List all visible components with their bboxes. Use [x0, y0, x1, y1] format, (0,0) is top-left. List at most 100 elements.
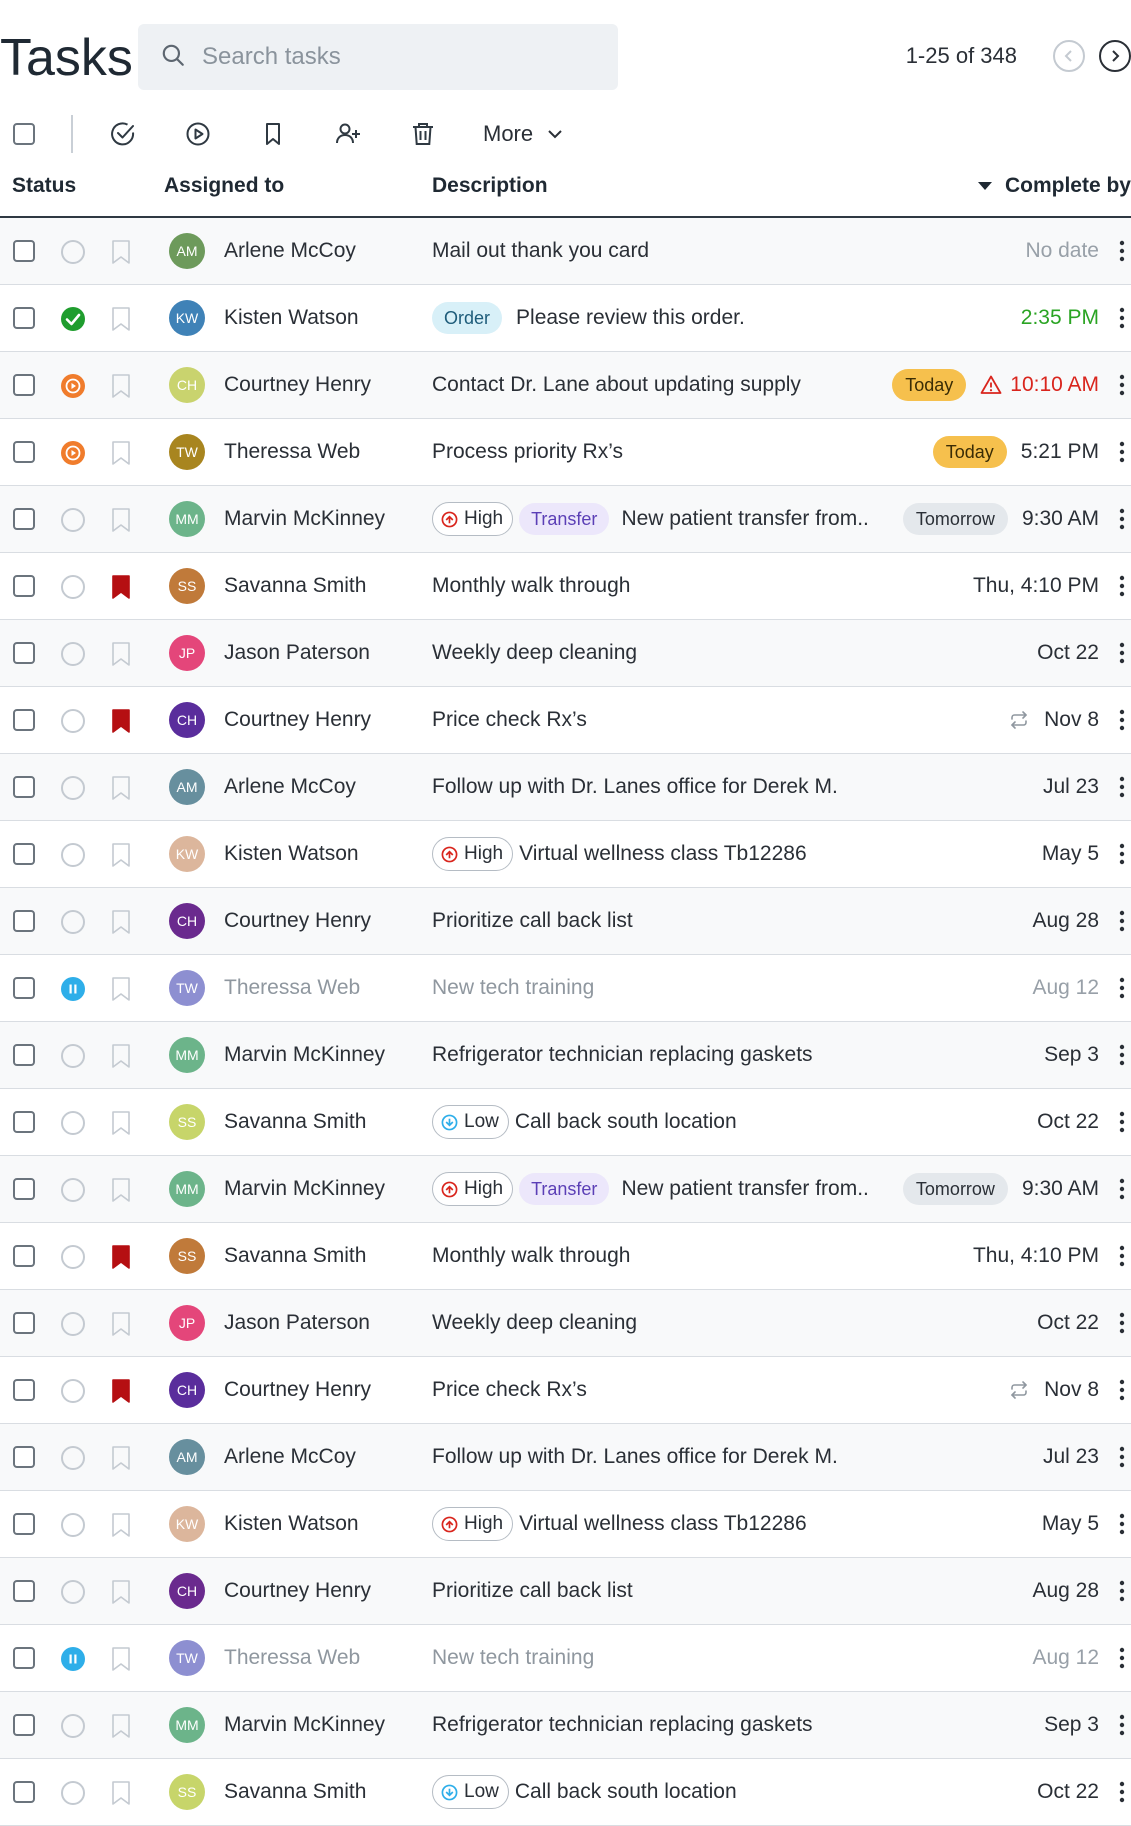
row-menu-icon[interactable]: [1113, 1510, 1131, 1538]
status-none-icon[interactable]: [61, 508, 85, 532]
status-paused-icon[interactable]: [61, 1647, 85, 1671]
bookmark-outline-icon[interactable]: [110, 976, 132, 1002]
table-row[interactable]: JP Jason Paterson Weekly deep cleaning Oct …: [0, 620, 1131, 687]
task-description[interactable]: Weekly deep cleaning: [432, 1304, 637, 1342]
bookmark-outline-icon[interactable]: [110, 1110, 132, 1136]
row-checkbox[interactable]: [13, 441, 35, 463]
bookmark-icon[interactable]: [259, 120, 287, 148]
status-none-icon[interactable]: [61, 1044, 85, 1068]
select-all-checkbox[interactable]: [13, 123, 35, 145]
bookmark-outline-icon[interactable]: [110, 1445, 132, 1471]
table-row[interactable]: SS Savanna Smith Low Call back south locati…: [0, 1089, 1131, 1156]
task-description[interactable]: Weekly deep cleaning: [432, 634, 637, 672]
table-row[interactable]: CH Courtney Henry Prioritize call back lis…: [0, 888, 1131, 955]
task-description[interactable]: Order Please review this order.: [432, 299, 745, 337]
table-row[interactable]: TW Theressa Web New tech training Aug 12: [0, 1625, 1131, 1692]
table-row[interactable]: TW Theressa Web New tech training Aug 12: [0, 955, 1131, 1022]
row-checkbox[interactable]: [13, 1580, 35, 1602]
status-none-icon[interactable]: [61, 1446, 85, 1470]
status-none-icon[interactable]: [61, 1513, 85, 1537]
row-checkbox[interactable]: [13, 1513, 35, 1535]
status-none-icon[interactable]: [61, 642, 85, 666]
status-none-icon[interactable]: [61, 1580, 85, 1604]
status-none-icon[interactable]: [61, 575, 85, 599]
bookmark-outline-icon[interactable]: [110, 1311, 132, 1337]
status-done-icon[interactable]: [61, 307, 85, 331]
more-dropdown[interactable]: More: [483, 121, 565, 147]
task-description[interactable]: Contact Dr. Lane about updating supply: [432, 366, 801, 404]
row-menu-icon[interactable]: [1113, 1644, 1131, 1672]
status-none-icon[interactable]: [61, 776, 85, 800]
row-checkbox[interactable]: [13, 977, 35, 999]
table-row[interactable]: CH Courtney Henry Prioritize call back lis…: [0, 1558, 1131, 1625]
row-menu-icon[interactable]: [1113, 1443, 1131, 1471]
table-row[interactable]: AM Arlene McCoy Follow up with Dr. Lanes o…: [0, 1424, 1131, 1491]
task-description[interactable]: New tech training: [432, 1639, 594, 1677]
task-description[interactable]: Follow up with Dr. Lanes office for Dere…: [432, 768, 838, 806]
task-description[interactable]: Monthly walk through: [432, 567, 630, 605]
row-checkbox[interactable]: [13, 843, 35, 865]
row-menu-icon[interactable]: [1113, 907, 1131, 935]
table-row[interactable]: CH Courtney Henry Price check Rx’s Nov 8: [0, 687, 1131, 754]
column-complete-by[interactable]: Complete by: [977, 174, 1131, 198]
row-checkbox[interactable]: [13, 1647, 35, 1669]
task-description[interactable]: Refrigerator technician replacing gasket…: [432, 1036, 813, 1074]
table-row[interactable]: CH Courtney Henry Contact Dr. Lane about u…: [0, 352, 1131, 419]
row-menu-icon[interactable]: [1113, 1711, 1131, 1739]
task-description[interactable]: Prioritize call back list: [432, 902, 633, 940]
column-status[interactable]: Status: [12, 174, 76, 198]
task-description[interactable]: Refrigerator technician replacing gasket…: [432, 1706, 813, 1744]
row-menu-icon[interactable]: [1113, 773, 1131, 801]
bookmark-outline-icon[interactable]: [110, 909, 132, 935]
row-checkbox[interactable]: [13, 1446, 35, 1468]
task-description[interactable]: Mail out thank you card: [432, 232, 649, 270]
status-none-icon[interactable]: [61, 1714, 85, 1738]
row-checkbox[interactable]: [13, 776, 35, 798]
task-description[interactable]: Follow up with Dr. Lanes office for Dere…: [432, 1438, 838, 1476]
status-none-icon[interactable]: [61, 1781, 85, 1805]
task-description[interactable]: High Virtual wellness class Tb12286: [432, 1505, 807, 1543]
next-page-button[interactable]: [1099, 40, 1131, 72]
bookmark-outline-icon[interactable]: [110, 373, 132, 399]
search-input[interactable]: [200, 42, 604, 72]
row-checkbox[interactable]: [13, 307, 35, 329]
task-description[interactable]: High Transfer New patient transfer from..: [432, 1170, 869, 1208]
bookmark-outline-icon[interactable]: [110, 440, 132, 466]
task-description[interactable]: Process priority Rx’s: [432, 433, 623, 471]
row-menu-icon[interactable]: [1113, 438, 1131, 466]
table-row[interactable]: MM Marvin McKinney Refrigerator technician…: [0, 1692, 1131, 1759]
table-row[interactable]: KW Kisten Watson High Virtual wellness clas…: [0, 821, 1131, 888]
row-menu-icon[interactable]: [1113, 371, 1131, 399]
row-menu-icon[interactable]: [1113, 304, 1131, 332]
row-checkbox[interactable]: [13, 1044, 35, 1066]
task-description[interactable]: High Virtual wellness class Tb12286: [432, 835, 807, 873]
search-box[interactable]: [138, 24, 618, 90]
row-checkbox[interactable]: [13, 910, 35, 932]
row-menu-icon[interactable]: [1113, 1309, 1131, 1337]
row-menu-icon[interactable]: [1113, 572, 1131, 600]
column-assigned-to[interactable]: Assigned to: [164, 174, 284, 198]
task-description[interactable]: Monthly walk through: [432, 1237, 630, 1275]
row-menu-icon[interactable]: [1113, 1041, 1131, 1069]
bookmark-outline-icon[interactable]: [110, 1646, 132, 1672]
task-description[interactable]: Prioritize call back list: [432, 1572, 633, 1610]
row-checkbox[interactable]: [13, 508, 35, 530]
column-description[interactable]: Description: [432, 174, 548, 198]
table-row[interactable]: JP Jason Paterson Weekly deep cleaning Oct …: [0, 1290, 1131, 1357]
status-progress-icon[interactable]: [61, 374, 85, 398]
table-row[interactable]: SS Savanna Smith Monthly walk through Thu, …: [0, 553, 1131, 620]
row-menu-icon[interactable]: [1113, 1577, 1131, 1605]
row-checkbox[interactable]: [13, 575, 35, 597]
row-checkbox[interactable]: [13, 709, 35, 731]
row-checkbox[interactable]: [13, 1379, 35, 1401]
table-row[interactable]: AM Arlene McCoy Follow up with Dr. Lanes o…: [0, 754, 1131, 821]
status-none-icon[interactable]: [61, 1111, 85, 1135]
assign-user-icon[interactable]: [334, 120, 362, 148]
table-row[interactable]: MM Marvin McKinney High Transfer New patient…: [0, 486, 1131, 553]
bookmark-outline-icon[interactable]: [110, 842, 132, 868]
status-none-icon[interactable]: [61, 240, 85, 264]
bookmark-outline-icon[interactable]: [110, 507, 132, 533]
trash-icon[interactable]: [409, 120, 437, 148]
task-description[interactable]: Low Call back south location: [432, 1773, 737, 1811]
row-menu-icon[interactable]: [1113, 505, 1131, 533]
